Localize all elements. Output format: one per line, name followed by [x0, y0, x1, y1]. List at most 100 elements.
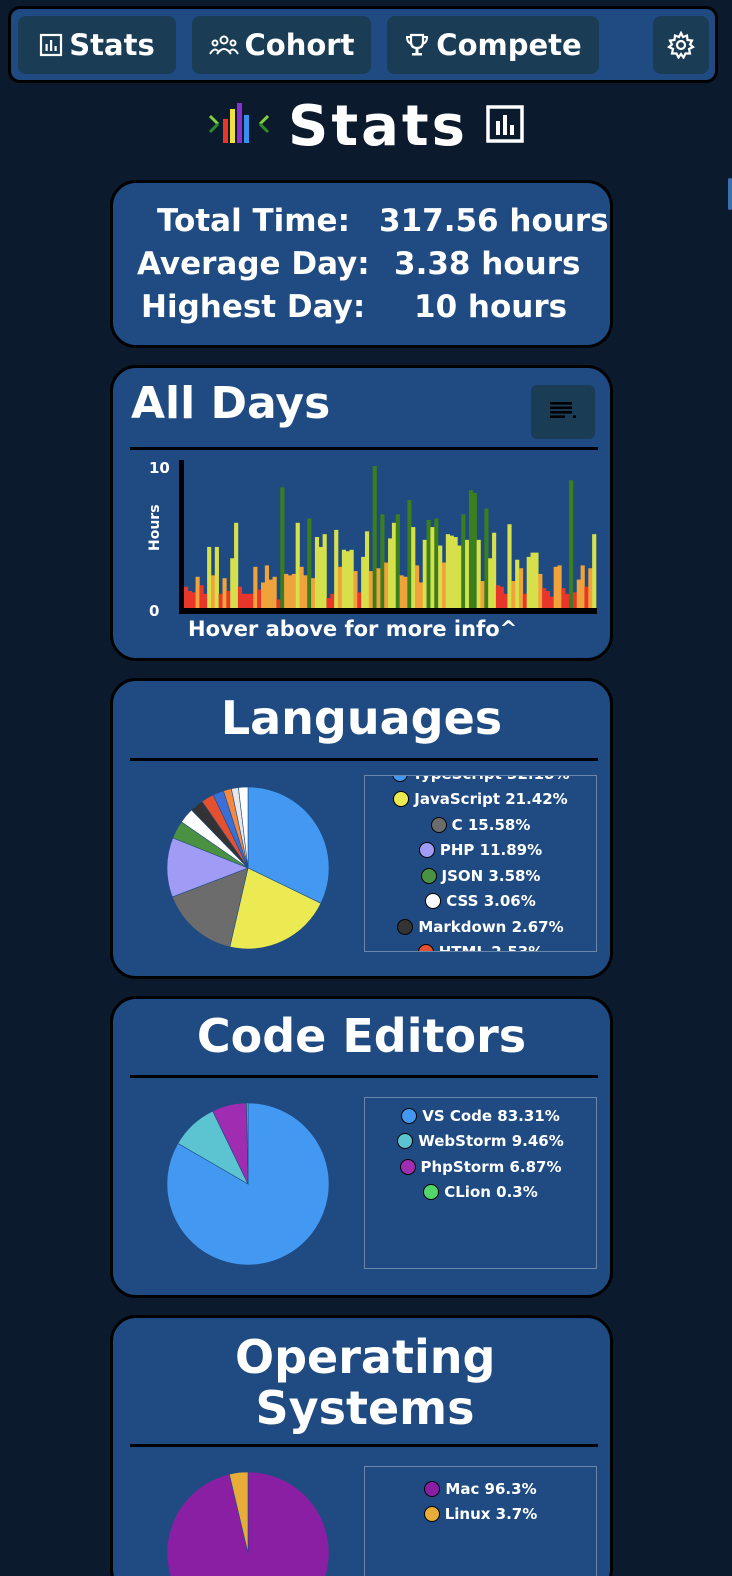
bar[interactable] [499, 586, 504, 608]
bar[interactable] [434, 518, 439, 608]
bar[interactable] [210, 575, 216, 608]
bar[interactable] [287, 575, 293, 608]
bar[interactable] [526, 556, 531, 608]
legend-item[interactable]: PhpStorm 6.87% [365, 1154, 596, 1180]
bar[interactable] [245, 593, 250, 608]
bar[interactable] [445, 534, 450, 608]
languages-pie-chart[interactable] [163, 783, 333, 953]
bar[interactable] [461, 514, 466, 608]
bar[interactable] [542, 588, 547, 608]
bar[interactable] [368, 571, 373, 608]
bar[interactable] [338, 566, 343, 608]
bar[interactable] [253, 566, 258, 608]
bar[interactable] [345, 551, 350, 608]
bar[interactable] [241, 593, 246, 608]
chart-menu-button[interactable] [531, 385, 595, 439]
bar[interactable] [476, 539, 481, 608]
bar[interactable] [191, 592, 196, 608]
legend-item[interactable]: TypeScript 32.18% [365, 776, 596, 787]
bar[interactable] [415, 565, 420, 608]
bar[interactable] [569, 480, 574, 608]
legend-item[interactable]: HTML 2.53% [365, 940, 596, 951]
bar[interactable] [480, 581, 485, 608]
bar[interactable] [264, 565, 270, 608]
bar[interactable] [341, 549, 347, 608]
nav-compete-button[interactable]: Compete [387, 16, 599, 74]
bar[interactable] [318, 546, 323, 608]
legend-item[interactable]: VS Code 83.31% [365, 1103, 596, 1129]
bar[interactable] [418, 582, 424, 608]
settings-button[interactable] [653, 16, 709, 74]
bar[interactable] [237, 586, 243, 608]
bar[interactable] [295, 522, 300, 608]
bar[interactable] [257, 589, 262, 608]
bar[interactable] [322, 534, 327, 608]
bar[interactable] [592, 534, 597, 608]
operating-systems-legend[interactable]: Mac 96.3% Linux 3.7% [364, 1466, 597, 1576]
bar[interactable] [549, 596, 554, 608]
bar[interactable] [334, 529, 339, 608]
bar[interactable] [576, 579, 581, 608]
bar[interactable] [326, 598, 331, 608]
bar[interactable] [422, 539, 427, 608]
legend-item[interactable]: Markdown 2.67% [365, 914, 596, 940]
bar[interactable] [545, 590, 551, 608]
bar[interactable] [449, 535, 454, 608]
bar[interactable] [384, 562, 389, 608]
legend-item[interactable]: WebStorm 9.46% [365, 1129, 596, 1155]
bar[interactable] [457, 545, 462, 608]
bar[interactable] [580, 565, 585, 608]
bar[interactable] [399, 575, 404, 608]
nav-stats-button[interactable]: Stats [18, 16, 176, 74]
bar[interactable] [472, 492, 477, 608]
bar[interactable] [518, 568, 524, 608]
bar[interactable] [280, 487, 285, 608]
bar[interactable] [222, 578, 227, 608]
bar[interactable] [438, 545, 443, 608]
bar[interactable] [557, 565, 562, 608]
bar[interactable] [218, 593, 223, 608]
bar[interactable] [261, 582, 266, 608]
code-editors-pie-chart[interactable] [163, 1099, 333, 1269]
bar[interactable] [199, 585, 204, 608]
bar[interactable] [484, 508, 489, 608]
bar[interactable] [376, 568, 381, 608]
bar[interactable] [588, 568, 593, 608]
bar[interactable] [372, 466, 377, 608]
operating-systems-pie-chart[interactable] [163, 1468, 333, 1576]
bar[interactable] [380, 514, 385, 608]
bar[interactable] [203, 593, 208, 608]
bar[interactable] [515, 559, 520, 608]
bar[interactable] [330, 593, 335, 608]
bar[interactable] [195, 576, 200, 608]
scrollbar-thumb[interactable] [728, 178, 732, 210]
bar[interactable] [495, 585, 501, 608]
legend-item[interactable]: JSON 3.58% [365, 863, 596, 889]
bar[interactable] [426, 519, 431, 608]
bar[interactable] [530, 552, 535, 608]
bar[interactable] [391, 522, 397, 608]
bar[interactable] [361, 556, 366, 608]
bar[interactable] [584, 586, 589, 608]
legend-item[interactable]: C 15.58% [365, 812, 596, 838]
bar[interactable] [307, 518, 312, 608]
bar[interactable] [553, 566, 558, 608]
bar[interactable] [349, 549, 354, 608]
legend-item[interactable]: PHP 11.89% [365, 838, 596, 864]
bar[interactable] [249, 593, 254, 608]
legend-item[interactable]: CLion 0.3% [365, 1180, 596, 1206]
nav-cohort-button[interactable]: Cohort [192, 16, 371, 74]
all-days-bar-chart[interactable]: 10 0 Hours [113, 456, 610, 616]
bar[interactable] [468, 490, 474, 608]
bar[interactable] [403, 576, 408, 608]
bar[interactable] [407, 500, 412, 608]
bar[interactable] [534, 552, 539, 608]
bar[interactable] [572, 592, 578, 608]
bar[interactable] [511, 581, 516, 608]
bar[interactable] [299, 566, 304, 608]
bar[interactable] [226, 590, 231, 608]
bar[interactable] [430, 527, 435, 608]
bar[interactable] [411, 527, 416, 608]
languages-legend[interactable]: TypeScript 32.18% JavaScript 21.42% C 15.5… [364, 775, 597, 952]
bar[interactable] [503, 593, 508, 608]
